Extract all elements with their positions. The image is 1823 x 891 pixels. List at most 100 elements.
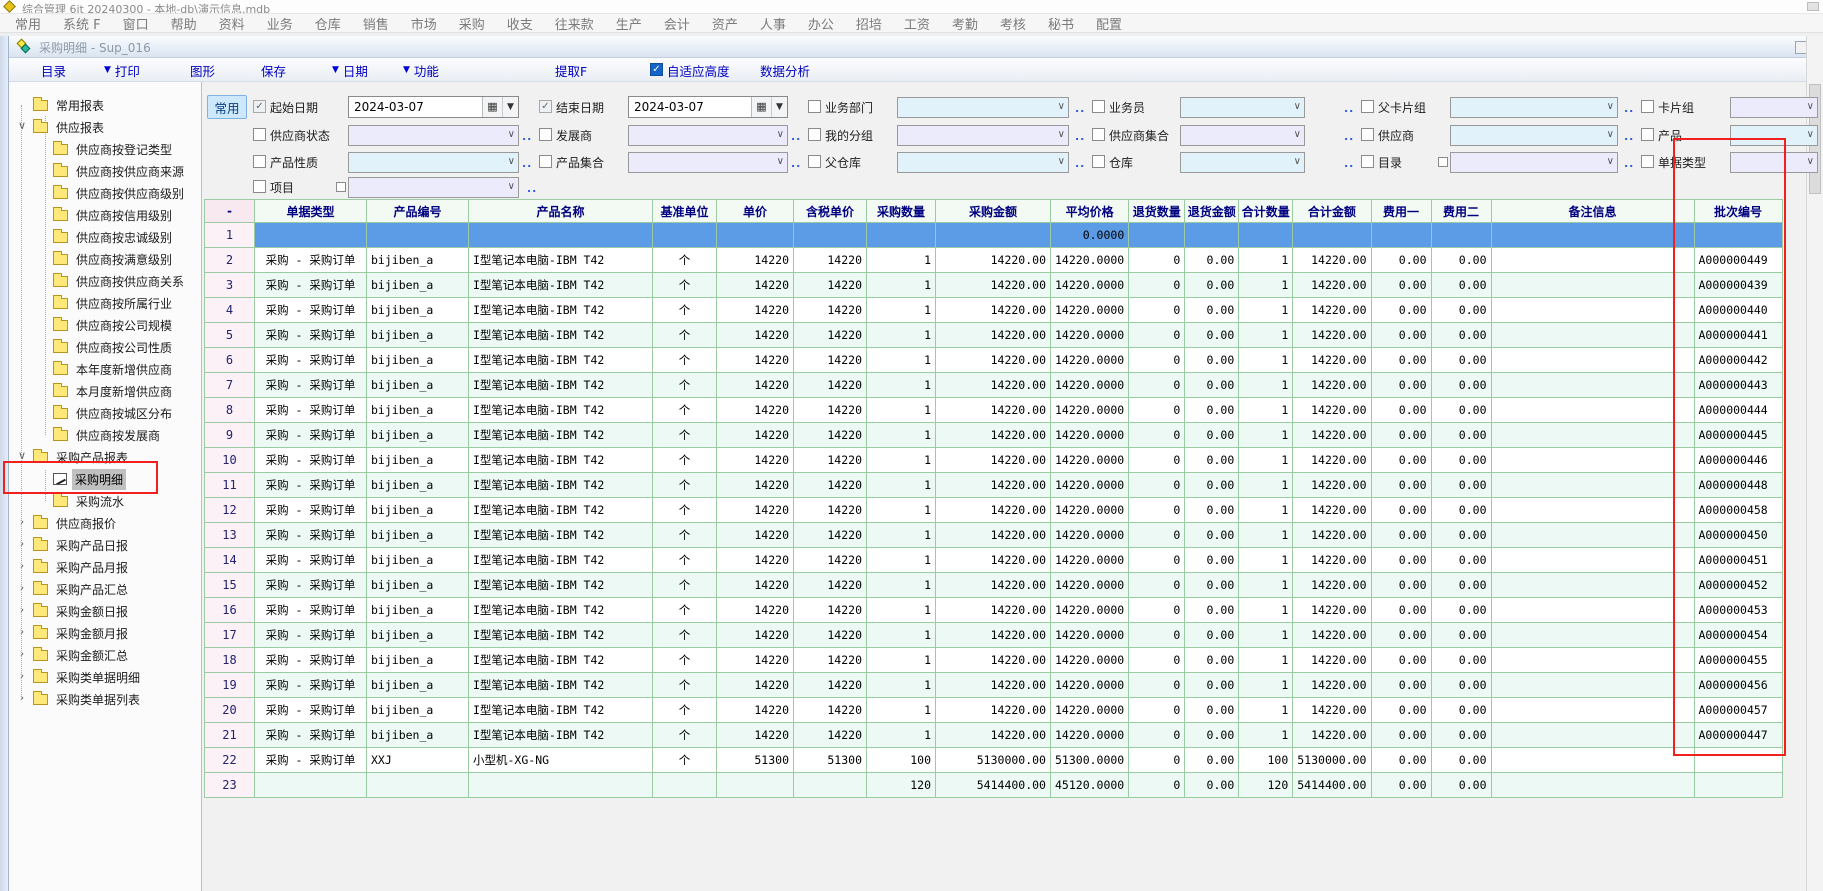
row-number-cell[interactable]: 8 — [205, 398, 255, 423]
cell[interactable]: I型笔记本电脑-IBM T42 — [469, 273, 653, 298]
cell[interactable]: I型笔记本电脑-IBM T42 — [469, 673, 653, 698]
cell[interactable]: 0.00 — [1371, 348, 1431, 373]
cell[interactable]: 0.00 — [1431, 448, 1491, 473]
cell[interactable]: 0.00 — [1185, 723, 1239, 748]
cell[interactable]: 1 — [1239, 273, 1293, 298]
cell[interactable]: 14220.0000 — [1051, 298, 1129, 323]
cell[interactable]: bijiben_a — [367, 523, 469, 548]
cell[interactable]: 14220.00 — [1293, 723, 1371, 748]
row-number-cell[interactable]: 15 — [205, 573, 255, 598]
cell[interactable]: 1 — [1239, 448, 1293, 473]
cell[interactable]: bijiben_a — [367, 248, 469, 273]
cell[interactable]: 14220 — [794, 273, 867, 298]
column-header[interactable]: 含税单价 — [794, 200, 867, 223]
toolbar-print-button[interactable]: ▼打印 — [104, 61, 140, 79]
cell[interactable]: 0.00 — [1431, 598, 1491, 623]
cell[interactable]: 0.00 — [1431, 773, 1491, 798]
tree-item[interactable]: 供应商按忠诚级别 — [53, 226, 175, 248]
tree-item[interactable]: 供应商按城区分布 — [53, 402, 175, 424]
cell[interactable]: 1 — [867, 423, 936, 448]
cell[interactable] — [255, 223, 367, 248]
cell[interactable]: bijiben_a — [367, 473, 469, 498]
filter-product-nature-checkbox[interactable] — [253, 155, 266, 168]
cell[interactable]: 采购 - 采购订单 — [255, 398, 367, 423]
tree-item[interactable]: 采购类单据列表 — [33, 688, 143, 710]
cell[interactable]: 采购 - 采购订单 — [255, 298, 367, 323]
cell[interactable]: 0.00 — [1371, 648, 1431, 673]
cell[interactable]: bijiben_a — [367, 348, 469, 373]
cell[interactable]: 0.00 — [1431, 273, 1491, 298]
cell[interactable]: 14220 — [717, 348, 794, 373]
cell[interactable]: I型笔记本电脑-IBM T42 — [469, 623, 653, 648]
cell[interactable]: 14220.00 — [936, 248, 1051, 273]
cell[interactable] — [1491, 748, 1694, 773]
cell[interactable]: 个 — [653, 473, 717, 498]
cell[interactable]: 51300.0000 — [1051, 748, 1129, 773]
cell[interactable]: 0.00 — [1431, 723, 1491, 748]
cell[interactable]: XXJ — [367, 748, 469, 773]
cell[interactable] — [1491, 398, 1694, 423]
cell[interactable] — [794, 773, 867, 798]
filter-start-date-input[interactable]: 2024-03-07▦▼ — [348, 96, 519, 118]
cell[interactable] — [653, 223, 717, 248]
cell[interactable]: 1 — [1239, 648, 1293, 673]
tree-item[interactable]: 供应商按登记类型 — [53, 138, 175, 160]
cell[interactable]: I型笔记本电脑-IBM T42 — [469, 348, 653, 373]
menu-item[interactable]: 销售 — [352, 14, 400, 33]
cell[interactable] — [1431, 223, 1491, 248]
cell[interactable]: 14220 — [794, 298, 867, 323]
cell[interactable]: 1 — [1239, 673, 1293, 698]
cell[interactable]: 14220 — [794, 323, 867, 348]
menu-item[interactable]: 仓库 — [304, 14, 352, 33]
cell[interactable] — [1491, 598, 1694, 623]
cell[interactable]: 0 — [1129, 498, 1185, 523]
column-header[interactable]: 费用一 — [1371, 200, 1431, 223]
cell[interactable]: 0.00 — [1185, 298, 1239, 323]
cell[interactable]: 个 — [653, 398, 717, 423]
cell[interactable]: 0 — [1129, 448, 1185, 473]
row-number-cell[interactable]: 23 — [205, 773, 255, 798]
cell[interactable]: 0 — [1129, 323, 1185, 348]
cell[interactable]: 采购 - 采购订单 — [255, 523, 367, 548]
cell[interactable]: 0.00 — [1371, 373, 1431, 398]
menu-item[interactable]: 考勤 — [941, 14, 989, 33]
cell[interactable]: 0.00 — [1185, 423, 1239, 448]
cell[interactable]: 14220 — [717, 298, 794, 323]
cell[interactable]: 0.00 — [1371, 748, 1431, 773]
column-header[interactable]: 采购数量 — [867, 200, 936, 223]
cell[interactable]: 0.00 — [1185, 523, 1239, 548]
tree-expand-arrow-icon[interactable]: › — [16, 647, 28, 660]
column-header[interactable]: - — [205, 200, 255, 223]
cell[interactable]: 14220.00 — [1293, 248, 1371, 273]
menu-item[interactable]: 会计 — [653, 14, 701, 33]
cell[interactable]: 0 — [1129, 748, 1185, 773]
cell[interactable]: 1 — [1239, 423, 1293, 448]
cell[interactable]: 0.00 — [1371, 523, 1431, 548]
cell[interactable]: 100 — [867, 748, 936, 773]
cell[interactable]: I型笔记本电脑-IBM T42 — [469, 573, 653, 598]
window-controls-fragment[interactable] — [1807, 2, 1819, 11]
cell[interactable]: bijiben_a — [367, 373, 469, 398]
filter-card-group-combobox[interactable]: ∨ — [1730, 97, 1818, 118]
cell[interactable]: 个 — [653, 748, 717, 773]
filter-parent-card-group-checkbox[interactable] — [1361, 100, 1374, 113]
cell[interactable]: 1 — [1239, 373, 1293, 398]
cell[interactable]: 0.00 — [1371, 723, 1431, 748]
cell[interactable]: 14220.00 — [1293, 698, 1371, 723]
menu-item[interactable]: 窗口 — [112, 14, 160, 33]
cell[interactable]: 14220.00 — [936, 473, 1051, 498]
cell[interactable]: bijiben_a — [367, 423, 469, 448]
cell[interactable]: 14220 — [717, 523, 794, 548]
row-number-cell[interactable]: 18 — [205, 648, 255, 673]
cell[interactable]: 14220.00 — [1293, 273, 1371, 298]
cell[interactable]: bijiben_a — [367, 723, 469, 748]
cell[interactable]: 个 — [653, 273, 717, 298]
cell[interactable]: 个 — [653, 373, 717, 398]
cell[interactable]: 14220.00 — [936, 423, 1051, 448]
cell[interactable] — [1491, 648, 1694, 673]
cell[interactable]: 14220.0000 — [1051, 673, 1129, 698]
filter-salesman-combobox[interactable]: ∨ — [1180, 97, 1305, 118]
cell[interactable]: I型笔记本电脑-IBM T42 — [469, 548, 653, 573]
tree-item[interactable]: 供应商按公司性质 — [53, 336, 175, 358]
cell[interactable] — [1293, 223, 1371, 248]
